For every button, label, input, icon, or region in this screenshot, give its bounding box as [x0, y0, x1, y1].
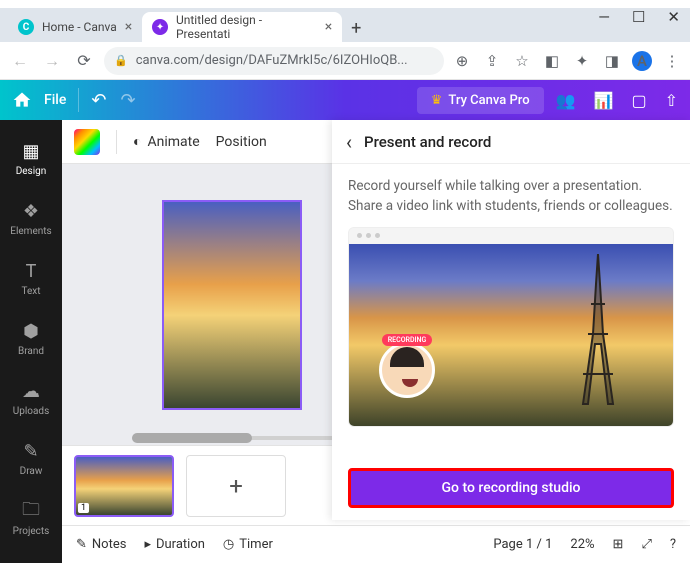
- nav-back-icon[interactable]: ←: [8, 49, 32, 73]
- help-icon[interactable]: ?: [670, 537, 676, 552]
- nav-forward-icon[interactable]: →: [40, 49, 64, 73]
- preview-chrome: [349, 228, 673, 244]
- browser-address-bar: ← → ⟳ 🔒 canva.com/design/DAFuZMrkI5c/6IZ…: [0, 42, 690, 80]
- fullscreen-icon[interactable]: ⤢: [641, 537, 651, 552]
- left-sidebar: ▦Design ❖Elements TText ⬢Brand ☁Uploads …: [0, 120, 62, 563]
- pro-label: Try Canva Pro: [448, 93, 529, 108]
- new-tab-button[interactable]: +: [342, 14, 370, 42]
- sidebar-item-brand[interactable]: ⬢Brand: [0, 310, 62, 368]
- panel-header: ‹ Present and record: [332, 120, 690, 164]
- app-topbar: File ↶ ↷ ♛ Try Canva Pro 👥 📊 ▢ ⇧: [0, 80, 690, 120]
- preview-image: RECORDING: [349, 244, 673, 427]
- tab-title: Home - Canva: [42, 20, 117, 34]
- bottom-bar: ✎Notes ▸Duration ◷Timer Page 1 / 1 22% ⊞…: [62, 525, 690, 563]
- sidebar-item-text[interactable]: TText: [0, 250, 62, 308]
- eiffel-tower-icon: [573, 254, 623, 414]
- panel-body: Record yourself while talking over a pre…: [332, 164, 690, 456]
- tab-close-icon[interactable]: ×: [325, 19, 332, 35]
- presenter-badge: RECORDING: [379, 334, 435, 398]
- browser-toolbar-icons: ⊕ ⇪ ☆ ◧ ✦ ◨ A ⋮: [452, 51, 682, 71]
- analytics-icon[interactable]: 📊: [594, 91, 614, 110]
- timer-icon: ◷: [223, 537, 234, 552]
- shapes-icon: ❖: [23, 202, 39, 222]
- cloud-icon: ☁: [22, 382, 40, 402]
- present-icon[interactable]: ▢: [631, 91, 646, 110]
- present-record-panel: ‹ Present and record Record yourself whi…: [332, 120, 690, 520]
- brand-icon: ⬢: [23, 322, 39, 342]
- favicon-canva-icon: C: [18, 19, 34, 35]
- window-close-icon[interactable]: ✕: [667, 8, 680, 26]
- folder-icon: 🗀: [22, 502, 40, 522]
- duration-button[interactable]: ▸Duration: [144, 537, 204, 552]
- window-maximize-icon[interactable]: ☐: [632, 8, 645, 26]
- sidebar-item-draw[interactable]: ✎Draw: [0, 430, 62, 488]
- collaborators-icon[interactable]: 👥: [556, 91, 576, 110]
- animate-button[interactable]: ◐Animate: [133, 133, 200, 150]
- page-indicator: Page 1 / 1: [493, 537, 552, 552]
- recording-preview: RECORDING: [348, 227, 674, 427]
- crown-icon: ♛: [431, 93, 443, 108]
- redo-icon[interactable]: ↷: [120, 90, 135, 111]
- undo-icon[interactable]: ↶: [91, 90, 106, 111]
- favicon-design-icon: ✦: [152, 19, 168, 35]
- add-page-button[interactable]: +: [186, 455, 286, 517]
- tab-close-icon[interactable]: ×: [125, 19, 132, 35]
- sidebar-item-uploads[interactable]: ☁Uploads: [0, 370, 62, 428]
- text-icon: T: [26, 262, 37, 282]
- tab-title: Untitled design - Presentati: [176, 13, 317, 41]
- sidebar-item-design[interactable]: ▦Design: [0, 130, 62, 188]
- page-thumbnail[interactable]: 1: [74, 455, 174, 517]
- bookmark-icon[interactable]: ☆: [512, 51, 532, 71]
- window-controls: — ☐ ✕: [598, 8, 680, 26]
- extension-icon[interactable]: ◧: [542, 51, 562, 71]
- url-text: canva.com/design/DAFuZMrkI5c/6IZOHIoQB..…: [136, 53, 408, 68]
- home-icon[interactable]: [12, 90, 32, 110]
- url-input[interactable]: 🔒 canva.com/design/DAFuZMrkI5c/6IZOHIoQB…: [104, 47, 444, 75]
- window-titlebar: [0, 0, 690, 8]
- sidebar-item-elements[interactable]: ❖Elements: [0, 190, 62, 248]
- browser-tab-home[interactable]: C Home - Canva ×: [8, 12, 142, 42]
- color-picker-button[interactable]: [74, 129, 100, 155]
- undo-redo-group: ↶ ↷: [91, 90, 135, 111]
- profile-avatar[interactable]: A: [632, 51, 652, 71]
- panel-description: Record yourself while talking over a pre…: [348, 176, 674, 217]
- go-to-recording-studio-button[interactable]: Go to recording studio: [348, 468, 674, 508]
- topbar-icons: 👥 📊 ▢ ⇧: [556, 91, 678, 110]
- sidepanel-icon[interactable]: ◨: [602, 51, 622, 71]
- animate-icon: ◐: [133, 133, 141, 150]
- browser-tab-design[interactable]: ✦ Untitled design - Presentati ×: [142, 12, 342, 42]
- puzzle-icon[interactable]: ✦: [572, 51, 592, 71]
- template-icon: ▦: [22, 142, 39, 162]
- share-icon[interactable]: ⇪: [482, 51, 502, 71]
- slide-canvas[interactable]: [162, 200, 302, 410]
- page-number: 1: [78, 503, 89, 513]
- file-menu-button[interactable]: File: [44, 92, 66, 108]
- zoom-icon[interactable]: ⊕: [452, 51, 472, 71]
- notes-icon: ✎: [76, 537, 87, 552]
- lock-icon: 🔒: [114, 54, 128, 67]
- canvas-area: ◐Animate Position 1 + ✎Notes ▸Duration ◷…: [62, 120, 690, 563]
- notes-button[interactable]: ✎Notes: [76, 537, 126, 552]
- recording-pill: RECORDING: [382, 334, 433, 346]
- divider: [78, 88, 79, 112]
- panel-title: Present and record: [364, 133, 491, 151]
- window-minimize-icon[interactable]: —: [598, 8, 610, 26]
- divider: [116, 130, 117, 154]
- try-pro-button[interactable]: ♛ Try Canva Pro: [417, 87, 544, 114]
- menu-icon[interactable]: ⋮: [662, 51, 682, 71]
- nav-reload-icon[interactable]: ⟳: [72, 49, 96, 73]
- duration-icon: ▸: [144, 537, 151, 552]
- share-icon[interactable]: ⇧: [665, 91, 678, 110]
- main-area: ▦Design ❖Elements TText ⬢Brand ☁Uploads …: [0, 120, 690, 563]
- back-icon[interactable]: ‹: [346, 130, 352, 154]
- browser-tabstrip: C Home - Canva × ✦ Untitled design - Pre…: [0, 8, 690, 42]
- sidebar-item-projects[interactable]: 🗀Projects: [0, 490, 62, 548]
- draw-icon: ✎: [23, 442, 38, 462]
- position-button[interactable]: Position: [216, 134, 267, 150]
- presenter-avatar: [379, 342, 435, 398]
- grid-view-icon[interactable]: ⊞: [613, 537, 624, 552]
- timer-button[interactable]: ◷Timer: [223, 537, 273, 552]
- zoom-level[interactable]: 22%: [570, 537, 594, 552]
